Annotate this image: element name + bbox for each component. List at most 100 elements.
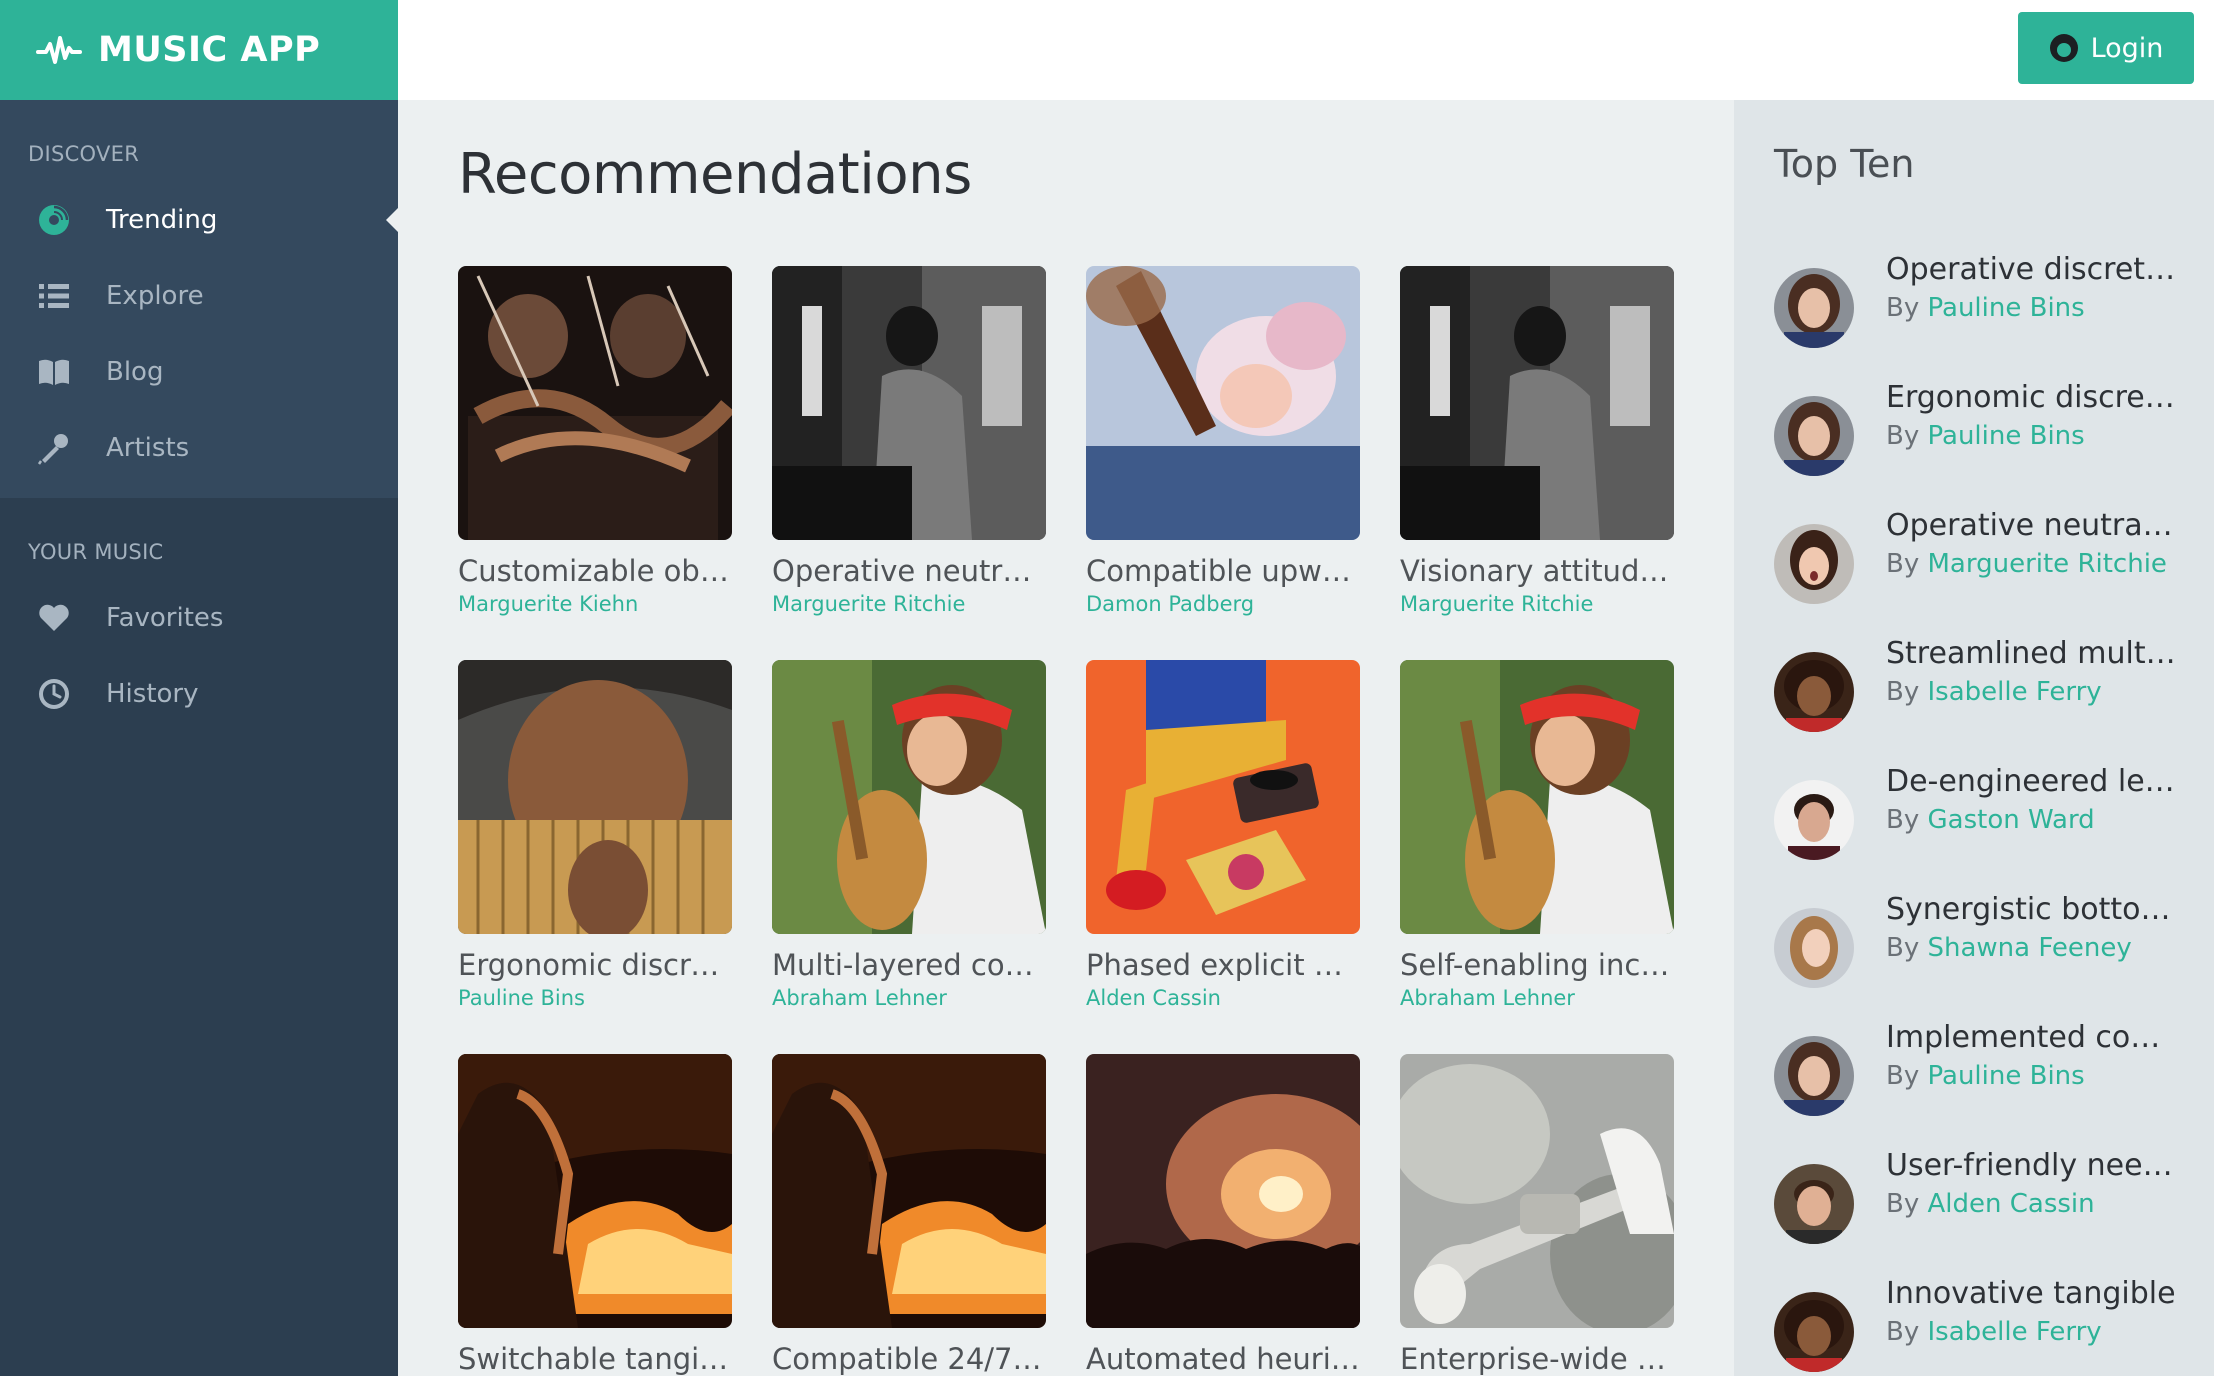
- track-card[interactable]: Enterprise-wide open: [1400, 1054, 1674, 1376]
- track-title: Implemented content-based: [1886, 1020, 2176, 1055]
- track-card[interactable]: Customizable objectives Marguerite Kiehn: [458, 266, 732, 624]
- sidebar-item-label: Favorites: [106, 603, 224, 633]
- login-button[interactable]: Login: [2018, 12, 2194, 84]
- list-item[interactable]: Streamlined multimedia By Isabelle Ferry: [1774, 636, 2194, 764]
- track-title: Self-enabling incremental: [1400, 948, 1674, 982]
- avatar: [1774, 1036, 1854, 1116]
- track-title: De-engineered leading edge: [1886, 764, 2176, 799]
- track-title: Innovative tangible: [1886, 1276, 2176, 1311]
- by-label: By: [1886, 1317, 1920, 1347]
- track-thumbnail: [772, 660, 1046, 934]
- track-title: Visionary attitude-oriented: [1400, 554, 1674, 588]
- artist-link[interactable]: Marguerite Ritchie: [1928, 549, 2167, 579]
- sidebar-item-trending[interactable]: Trending: [0, 182, 398, 258]
- by-label: By: [1886, 421, 1920, 451]
- artist-link[interactable]: Alden Cassin: [1928, 1189, 2095, 1219]
- top-ten-panel: Top Ten Operative discrete focus By Paul…: [1734, 100, 2214, 1376]
- track-artist-link[interactable]: Abraham Lehner: [1400, 986, 1674, 1010]
- track-artist-link[interactable]: Alden Cassin: [1086, 986, 1360, 1010]
- track-title: Automated heuristic: [1086, 1342, 1360, 1376]
- list-icon: [36, 278, 72, 314]
- track-card[interactable]: Visionary attitude-oriented Marguerite R…: [1400, 266, 1674, 624]
- track-title: Phased explicit paradigm: [1086, 948, 1360, 982]
- app-brand[interactable]: MUSIC APP: [0, 0, 398, 100]
- track-title: Customizable objectives: [458, 554, 732, 588]
- avatar: [1774, 396, 1854, 476]
- sidebar-item-artists[interactable]: Artists: [0, 410, 398, 486]
- track-thumbnail: [1086, 1054, 1360, 1328]
- artist-link[interactable]: Pauline Bins: [1928, 293, 2085, 323]
- avatar: [1774, 1164, 1854, 1244]
- track-thumbnail: [458, 660, 732, 934]
- sidebar-item-label: Explore: [106, 281, 204, 311]
- microphone-icon: [36, 430, 72, 466]
- track-artist-link[interactable]: Marguerite Ritchie: [772, 592, 1046, 616]
- avatar: [1774, 1292, 1854, 1372]
- track-title: Operative neutral alliance: [1886, 508, 2176, 543]
- track-artist-link[interactable]: Pauline Bins: [458, 986, 732, 1010]
- list-item[interactable]: User-friendly needs-based By Alden Cassi…: [1774, 1148, 2194, 1276]
- sidebar-item-label: Blog: [106, 357, 164, 387]
- artist-link[interactable]: Isabelle Ferry: [1928, 1317, 2102, 1347]
- track-card[interactable]: Operative neutral alliance Marguerite Ri…: [772, 266, 1046, 624]
- list-item[interactable]: De-engineered leading edge By Gaston War…: [1774, 764, 2194, 892]
- track-card[interactable]: Multi-layered coherent Abraham Lehner: [772, 660, 1046, 1018]
- recommendations-grid: Customizable objectives Marguerite Kiehn…: [458, 266, 1674, 1376]
- track-title: Synergistic bottom-line: [1886, 892, 2176, 927]
- artist-link[interactable]: Shawna Feeney: [1928, 933, 2132, 963]
- track-thumbnail: [1400, 1054, 1674, 1328]
- by-label: By: [1886, 293, 1920, 323]
- track-card[interactable]: Compatible 24/7 capacity: [772, 1054, 1046, 1376]
- waveform-icon: [36, 36, 82, 64]
- track-title: Ergonomic discrete focus: [458, 948, 732, 982]
- track-artist-link[interactable]: Marguerite Kiehn: [458, 592, 732, 616]
- track-artist-link[interactable]: Damon Padberg: [1086, 592, 1360, 616]
- track-card[interactable]: Automated heuristic: [1086, 1054, 1360, 1376]
- track-thumbnail: [772, 1054, 1046, 1328]
- your-music-label: YOUR MUSIC: [28, 540, 164, 564]
- list-item[interactable]: Operative neutral alliance By Marguerite…: [1774, 508, 2194, 636]
- track-thumbnail: [1400, 660, 1674, 934]
- sidebar-item-history[interactable]: History: [0, 656, 398, 732]
- track-title: Multi-layered coherent: [772, 948, 1046, 982]
- track-card[interactable]: Compatible upward-trending Damon Padberg: [1086, 266, 1360, 624]
- list-item[interactable]: Innovative tangible By Isabelle Ferry: [1774, 1276, 2194, 1376]
- track-thumbnail: [1086, 266, 1360, 540]
- sidebar-item-blog[interactable]: Blog: [0, 334, 398, 410]
- track-title: Compatible 24/7 capacity: [772, 1342, 1046, 1376]
- artist-link[interactable]: Pauline Bins: [1928, 1061, 2085, 1091]
- artist-link[interactable]: Isabelle Ferry: [1928, 677, 2102, 707]
- by-label: By: [1886, 1061, 1920, 1091]
- sidebar: MUSIC APP DISCOVER Trending Explore Blog: [0, 0, 398, 1376]
- top-bar: Login: [398, 0, 2214, 100]
- avatar: [1774, 652, 1854, 732]
- by-label: By: [1886, 933, 1920, 963]
- sidebar-item-label: History: [106, 679, 199, 709]
- track-card[interactable]: Ergonomic discrete focus Pauline Bins: [458, 660, 732, 1018]
- list-item[interactable]: Synergistic bottom-line By Shawna Feeney: [1774, 892, 2194, 1020]
- track-card[interactable]: Self-enabling incremental Abraham Lehner: [1400, 660, 1674, 1018]
- user-icon: [2049, 34, 2078, 62]
- track-card[interactable]: Switchable tangible: [458, 1054, 732, 1376]
- heart-icon: [36, 600, 72, 636]
- avatar: [1774, 908, 1854, 988]
- list-item[interactable]: Implemented content-based By Pauline Bin…: [1774, 1020, 2194, 1148]
- track-thumbnail: [1400, 266, 1674, 540]
- sidebar-item-explore[interactable]: Explore: [0, 258, 398, 334]
- artist-link[interactable]: Gaston Ward: [1928, 805, 2095, 835]
- track-artist-link[interactable]: Marguerite Ritchie: [1400, 592, 1674, 616]
- track-thumbnail: [1086, 660, 1360, 934]
- discover-label: DISCOVER: [28, 142, 140, 166]
- track-title: Switchable tangible: [458, 1342, 732, 1376]
- artist-link[interactable]: Pauline Bins: [1928, 421, 2085, 451]
- sidebar-item-favorites[interactable]: Favorites: [0, 580, 398, 656]
- clock-icon: [36, 676, 72, 712]
- track-artist-link[interactable]: Abraham Lehner: [772, 986, 1046, 1010]
- list-item[interactable]: Ergonomic discrete focus By Pauline Bins: [1774, 380, 2194, 508]
- by-label: By: [1886, 1189, 1920, 1219]
- page-title: Recommendations: [458, 142, 972, 207]
- track-card[interactable]: Phased explicit paradigm Alden Cassin: [1086, 660, 1360, 1018]
- list-item[interactable]: Operative discrete focus By Pauline Bins: [1774, 252, 2194, 380]
- track-title: Enterprise-wide open: [1400, 1342, 1674, 1376]
- avatar: [1774, 268, 1854, 348]
